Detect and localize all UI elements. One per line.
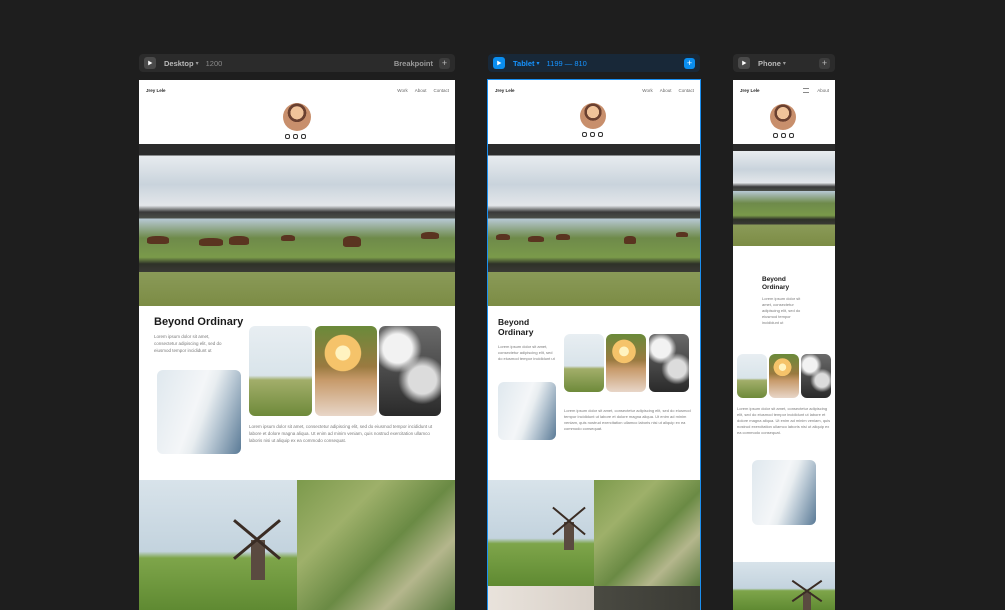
site-brand[interactable]: Jrey Lele bbox=[740, 88, 760, 93]
heading-line-1: Beyond bbox=[762, 276, 786, 283]
instagram-icon[interactable] bbox=[789, 133, 794, 138]
portrait-photo bbox=[606, 334, 646, 392]
field-photo bbox=[564, 334, 604, 392]
avatar bbox=[770, 104, 796, 130]
chevron-down-icon[interactable]: ▾ bbox=[783, 60, 786, 67]
sailboat-photo bbox=[157, 370, 241, 454]
site-nav: Jrey Lele Work About Contact bbox=[488, 80, 700, 102]
desktop-toolbar: Desktop ▾ 1200 Breakpoint + bbox=[139, 54, 455, 72]
nav-link-contact[interactable]: Contact bbox=[678, 88, 694, 93]
nav-link-contact[interactable]: Contact bbox=[433, 88, 449, 93]
windmill-photo bbox=[733, 562, 835, 610]
body-text: Lorem ipsum dolor sit amet, consectetur … bbox=[737, 406, 831, 435]
heading-line-1: Beyond bbox=[498, 317, 530, 327]
hero-image bbox=[139, 144, 455, 306]
play-icon[interactable] bbox=[144, 57, 156, 69]
plus-icon[interactable]: + bbox=[684, 57, 695, 69]
clouds-photo bbox=[379, 326, 441, 416]
site-brand[interactable]: Jrey Lele bbox=[495, 88, 515, 93]
site-nav: Jrey Lele About bbox=[733, 80, 835, 102]
nav-link-about[interactable]: About bbox=[817, 88, 829, 93]
aerial-photo bbox=[594, 480, 700, 586]
menu-icon[interactable] bbox=[803, 88, 809, 93]
windmill-photo bbox=[139, 480, 297, 610]
tablet-page: Jrey Lele Work About Contact Beyond Ordi… bbox=[487, 79, 701, 610]
chevron-down-icon[interactable]: ▾ bbox=[537, 60, 540, 67]
play-icon[interactable] bbox=[493, 57, 505, 69]
facebook-icon[interactable] bbox=[590, 132, 595, 137]
section-heading: Beyond Ordinary bbox=[154, 316, 244, 328]
avatar bbox=[283, 103, 311, 131]
windmill-photo bbox=[488, 480, 594, 586]
clouds-photo bbox=[649, 334, 689, 392]
heading-line-2: Ordinary bbox=[498, 327, 534, 338]
breakpoint-size: 1199 — 810 bbox=[546, 58, 587, 68]
twitter-icon[interactable] bbox=[285, 134, 290, 139]
section-heading: Beyond Ordinary bbox=[762, 276, 789, 292]
desktop-page: Jrey Lele Work About Contact Beyond Ordi… bbox=[139, 80, 455, 610]
breakpoint-name[interactable]: Desktop bbox=[164, 59, 194, 68]
body-text: Lorem ipsum dolor sit amet, consectetur … bbox=[564, 408, 691, 431]
plus-icon[interactable]: + bbox=[819, 57, 830, 69]
nav-link-work[interactable]: Work bbox=[397, 88, 407, 93]
avatar bbox=[580, 103, 606, 129]
clouds-photo bbox=[801, 354, 831, 398]
breakpoint-button[interactable]: Breakpoint bbox=[394, 59, 433, 68]
field-photo bbox=[249, 326, 312, 416]
section-heading: Beyond Ordinary bbox=[498, 317, 533, 337]
instagram-icon[interactable] bbox=[598, 132, 603, 137]
facebook-icon[interactable] bbox=[293, 134, 298, 139]
heading-line-2: Ordinary bbox=[762, 283, 790, 291]
nav-link-about[interactable]: About bbox=[415, 88, 427, 93]
body-text: Lorem ipsum dolor sit amet, consectetur … bbox=[249, 424, 433, 443]
hero-image bbox=[488, 144, 700, 306]
portrait-photo bbox=[769, 354, 799, 398]
plus-icon[interactable]: + bbox=[439, 57, 450, 69]
intro-text: Lorem ipsum dolor sit amet, consectetur … bbox=[762, 296, 801, 325]
field-photo bbox=[737, 354, 767, 398]
twitter-icon[interactable] bbox=[582, 132, 587, 137]
play-icon[interactable] bbox=[738, 57, 750, 69]
aerial-photo bbox=[297, 480, 455, 610]
breakpoint-name[interactable]: Tablet bbox=[513, 59, 535, 68]
breakpoint-name[interactable]: Phone bbox=[758, 59, 781, 68]
hero-image bbox=[733, 144, 835, 246]
nav-link-about[interactable]: About bbox=[660, 88, 672, 93]
intro-text: Lorem ipsum dolor sit amet, consectetur … bbox=[498, 344, 555, 361]
portrait-photo bbox=[315, 326, 377, 416]
breakpoint-size: 1200 bbox=[205, 58, 223, 68]
facebook-icon[interactable] bbox=[781, 133, 786, 138]
footer-photo bbox=[488, 586, 700, 610]
phone-toolbar: Phone ▾ + bbox=[733, 54, 835, 72]
site-brand[interactable]: Jrey Lele bbox=[146, 88, 166, 93]
intro-text: Lorem ipsum dolor sit amet, consectetur … bbox=[154, 334, 222, 353]
nav-link-work[interactable]: Work bbox=[642, 88, 652, 93]
sailboat-photo bbox=[498, 382, 556, 440]
sailboat-photo bbox=[752, 460, 816, 525]
chevron-down-icon[interactable]: ▾ bbox=[196, 60, 199, 67]
site-nav: Jrey Lele Work About Contact bbox=[139, 80, 455, 102]
phone-page: Jrey Lele About Beyond Ordinary Lorem ip… bbox=[733, 80, 835, 610]
tablet-toolbar: Tablet ▾ 1199 — 810 + bbox=[488, 54, 700, 72]
instagram-icon[interactable] bbox=[301, 134, 306, 139]
twitter-icon[interactable] bbox=[773, 133, 778, 138]
